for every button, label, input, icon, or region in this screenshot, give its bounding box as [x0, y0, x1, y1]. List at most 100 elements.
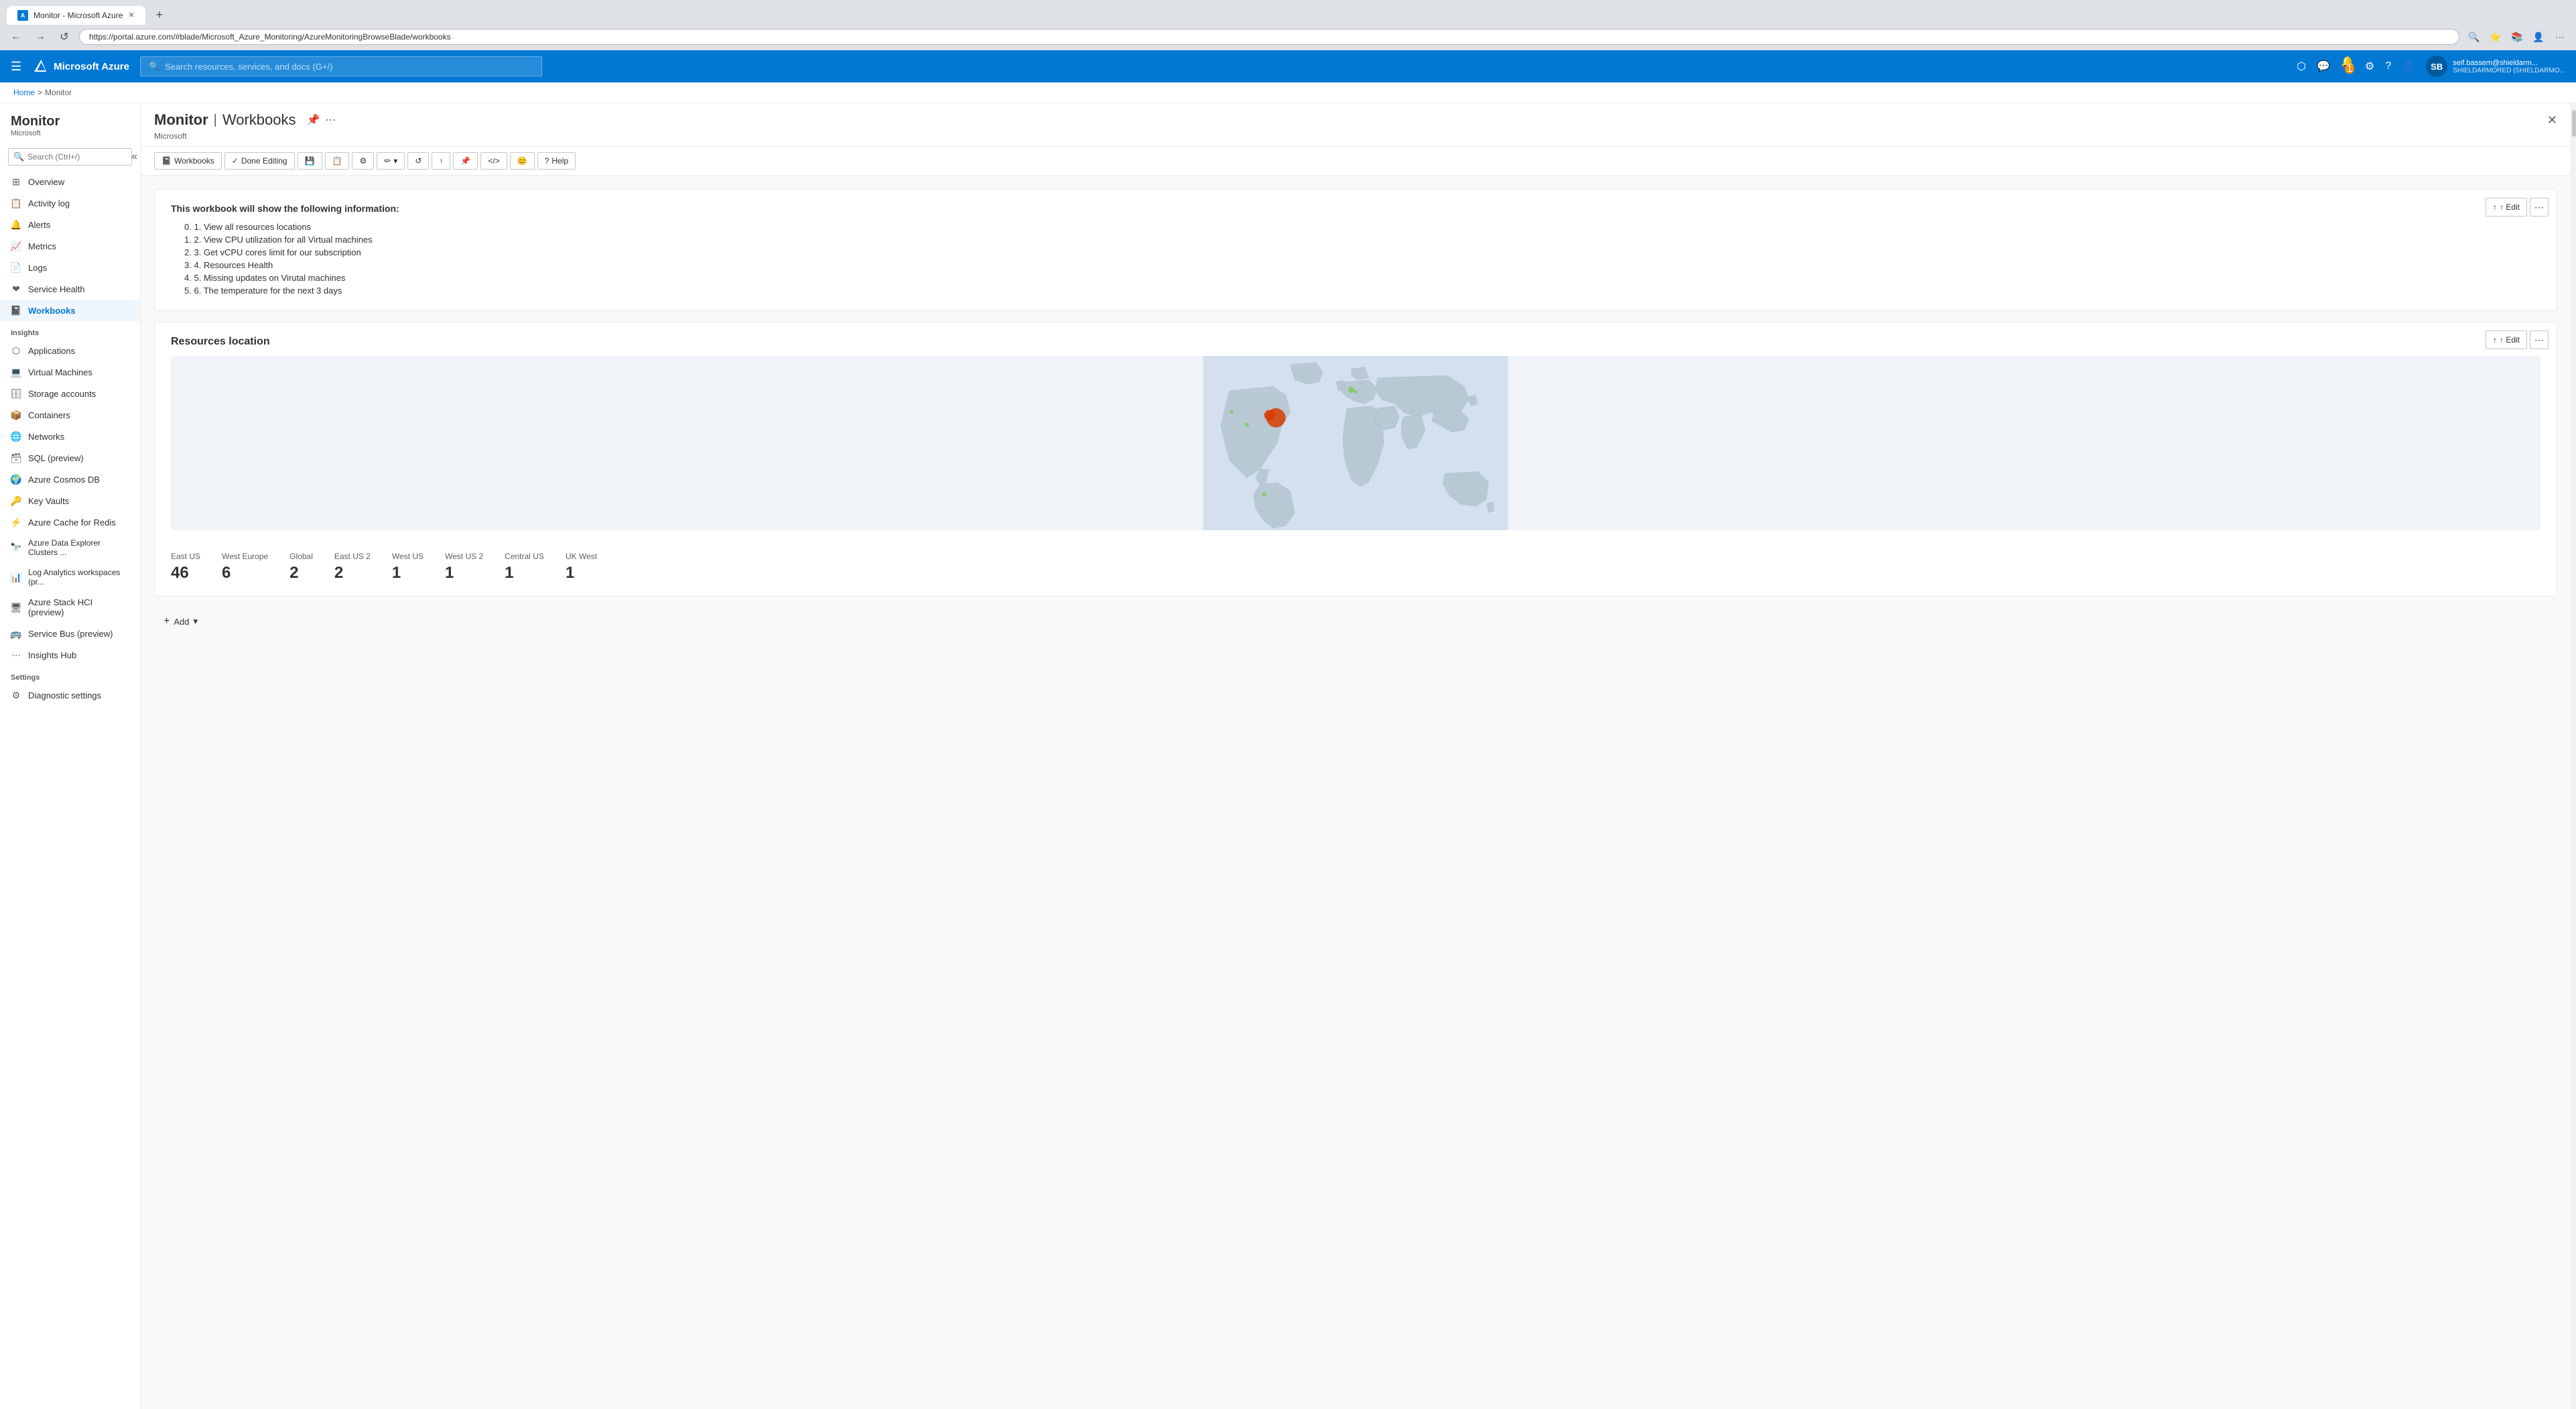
- map-section-title: Resources location: [171, 336, 2540, 348]
- cloudshell-icon[interactable]: ⬡: [2297, 60, 2306, 73]
- tab-close-button[interactable]: ✕: [128, 11, 134, 19]
- upload-button[interactable]: ↑: [432, 152, 450, 170]
- stat-west-us-2: West US 2 1: [445, 552, 483, 583]
- emoji-button[interactable]: 😊: [510, 152, 535, 170]
- sidebar-item-service-health[interactable]: ❤ Service Health: [0, 278, 140, 300]
- sidebar-collapse-button[interactable]: «: [131, 151, 137, 163]
- westus-dot: [1230, 410, 1233, 414]
- sidebar-item-key-vaults[interactable]: 🔑 Key Vaults: [0, 490, 140, 511]
- sidebar-item-alerts[interactable]: 🔔 Alerts: [0, 214, 140, 235]
- forward-button[interactable]: →: [31, 27, 50, 46]
- sidebar-label-log-analytics: Log Analytics workspaces (pr...: [28, 568, 129, 587]
- sidebar-item-containers[interactable]: 📦 Containers: [0, 404, 140, 426]
- map-edit-button[interactable]: ↑ ↑ Edit: [2486, 330, 2527, 349]
- done-editing-button[interactable]: ✓ Done Editing: [224, 152, 295, 170]
- sidebar-item-virtual-machines[interactable]: 💻 Virtual Machines: [0, 361, 140, 383]
- central-us-label: Central US: [505, 552, 544, 561]
- hamburger-menu[interactable]: ☰: [11, 60, 21, 74]
- sql-icon: 🗃: [11, 452, 21, 463]
- more-action[interactable]: ⋯: [2551, 27, 2569, 46]
- intro-more-button[interactable]: ⋯: [2530, 198, 2549, 217]
- service-health-icon: ❤: [11, 284, 21, 294]
- workbooks-tab-button[interactable]: 📓 Workbooks: [154, 152, 222, 170]
- toolbar: 📓 Workbooks ✓ Done Editing 💾 📋 ⚙ ✏ ▾ ↺: [141, 147, 2571, 176]
- west-us-2-label: West US 2: [445, 552, 483, 561]
- url-text: https://portal.azure.com/#blade/Microsof…: [89, 32, 451, 42]
- search-action[interactable]: 🔍: [2465, 27, 2484, 46]
- world-map-svg: [171, 356, 2540, 530]
- settings-button[interactable]: ⚙: [352, 152, 374, 170]
- new-tab-button[interactable]: +: [151, 5, 169, 25]
- sidebar-item-sql-preview[interactable]: 🗃 SQL (preview): [0, 447, 140, 469]
- code-button[interactable]: </>: [480, 152, 507, 170]
- help-icon[interactable]: ?: [2385, 60, 2391, 72]
- sidebar-item-metrics[interactable]: 📈 Metrics: [0, 235, 140, 257]
- address-bar[interactable]: https://portal.azure.com/#blade/Microsof…: [79, 29, 2459, 45]
- sidebar-search-input[interactable]: [8, 148, 132, 166]
- collections-action[interactable]: 📚: [2508, 27, 2526, 46]
- add-content-button[interactable]: + Add ▾: [154, 610, 207, 633]
- workbooks-icon: 📓: [11, 305, 21, 316]
- sidebar-item-log-analytics[interactable]: 📊 Log Analytics workspaces (pr...: [0, 562, 140, 592]
- sidebar-item-storage-accounts[interactable]: 🗄 Storage accounts: [0, 383, 140, 404]
- browser-tab[interactable]: A Monitor - Microsoft Azure ✕: [7, 6, 145, 25]
- help-button[interactable]: ? Help: [537, 152, 576, 170]
- sidebar-item-applications[interactable]: ⬡ Applications: [0, 340, 140, 361]
- content-area: Monitor | Workbooks 📌 ⋯ ✕ Microsoft 📓 Wo…: [141, 103, 2571, 1409]
- sidebar-item-networks[interactable]: 🌐 Networks: [0, 426, 140, 447]
- reload-button[interactable]: ↺: [55, 27, 74, 46]
- search-input[interactable]: [165, 62, 533, 72]
- sidebar-item-diagnostic-settings[interactable]: ⚙ Diagnostic settings: [0, 684, 140, 706]
- notifications-wrapper: 🔔 1: [2341, 55, 2354, 78]
- edit-button[interactable]: ✏ ▾: [377, 152, 405, 170]
- sidebar-item-workbooks[interactable]: 📓 Workbooks: [0, 300, 140, 321]
- sidebar-label-workbooks: Workbooks: [28, 306, 76, 316]
- azure-search-box[interactable]: 🔍: [140, 56, 542, 76]
- sidebar-item-azure-cache-redis[interactable]: ⚡ Azure Cache for Redis: [0, 511, 140, 533]
- copy-button[interactable]: 📋: [325, 152, 350, 170]
- profile-action[interactable]: 👤: [2529, 27, 2548, 46]
- map-more-button[interactable]: ⋯: [2530, 330, 2549, 349]
- sidebar-item-overview[interactable]: ⊞ Overview: [0, 171, 140, 192]
- sidebar-item-data-explorer[interactable]: 🔭 Azure Data Explorer Clusters ...: [0, 533, 140, 562]
- diagnostic-settings-icon: ⚙: [11, 690, 21, 700]
- address-bar-row: ← → ↺ https://portal.azure.com/#blade/Mi…: [0, 25, 2576, 50]
- west-europe-value: 6: [222, 564, 231, 583]
- account-icon[interactable]: 👤: [2402, 60, 2415, 73]
- pin-toolbar-button[interactable]: 📌: [453, 152, 478, 170]
- feedback-icon[interactable]: 💬: [2317, 60, 2330, 73]
- more-options-icon[interactable]: ⋯: [325, 113, 336, 127]
- info-item-2: 2. View CPU utilization for all Virtual …: [184, 233, 2540, 246]
- close-page-button[interactable]: ✕: [2547, 113, 2557, 127]
- map-section-actions: ↑ ↑ Edit ⋯: [2486, 330, 2549, 349]
- pin-icon[interactable]: 📌: [307, 113, 320, 127]
- refresh-button[interactable]: ↺: [407, 152, 429, 170]
- breadcrumb-home[interactable]: Home: [13, 88, 35, 97]
- save-button[interactable]: 💾: [298, 152, 322, 170]
- sidebar-item-insights-hub[interactable]: ⋯ Insights Hub: [0, 644, 140, 666]
- central-us-value: 1: [505, 564, 513, 583]
- sidebar-item-azure-stack-hci[interactable]: 🖥 Azure Stack HCI (preview): [0, 592, 140, 623]
- favorites-action[interactable]: ⭐: [2486, 27, 2505, 46]
- settings-icon[interactable]: ⚙: [2365, 60, 2374, 73]
- page-title-sep: |: [214, 113, 217, 128]
- sidebar-item-activity-log[interactable]: 📋 Activity log: [0, 192, 140, 214]
- pin-toolbar-icon: 📌: [460, 156, 470, 166]
- activity-log-icon: 📋: [11, 198, 21, 208]
- sidebar-item-cosmos-db[interactable]: 🌍 Azure Cosmos DB: [0, 469, 140, 490]
- west-europe-label: West Europe: [222, 552, 268, 561]
- page-title-actions: 📌 ⋯: [307, 113, 336, 127]
- back-button[interactable]: ←: [7, 27, 25, 46]
- user-info[interactable]: SB seif.bassem@shieldarm... SHIELDARMORE…: [2426, 56, 2565, 77]
- settings-icon: ⚙: [359, 156, 367, 166]
- add-icon: +: [164, 615, 170, 627]
- info-item-1: 1. View all resources locations: [184, 221, 2540, 233]
- stat-uk-west: UK West 1: [566, 552, 597, 583]
- sidebar-label-containers: Containers: [28, 410, 70, 420]
- page-org: Microsoft: [154, 131, 2557, 141]
- right-scrollbar[interactable]: [2571, 103, 2576, 1409]
- user-email: seif.bassem@shieldarm...: [2453, 59, 2565, 67]
- intro-edit-button[interactable]: ↑ ↑ Edit: [2486, 198, 2527, 217]
- sidebar-item-service-bus[interactable]: 🚌 Service Bus (preview): [0, 623, 140, 644]
- sidebar-item-logs[interactable]: 📄 Logs: [0, 257, 140, 278]
